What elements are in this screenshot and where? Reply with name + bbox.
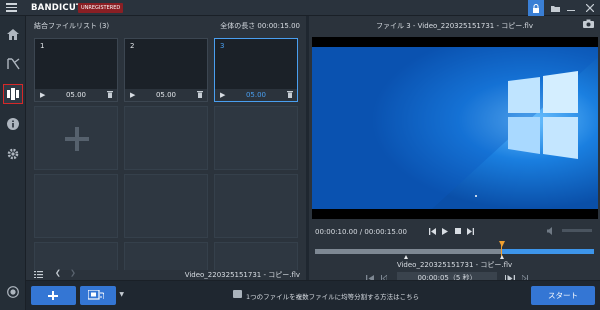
empty-slot xyxy=(214,106,298,170)
close-button[interactable] xyxy=(582,0,598,16)
info-icon xyxy=(7,118,19,130)
trash-icon[interactable] xyxy=(197,91,203,98)
sidebar-item-join[interactable] xyxy=(3,84,23,104)
add-file-slot[interactable] xyxy=(34,106,118,170)
empty-slot xyxy=(34,242,118,270)
chevron-down-icon[interactable]: ▼ xyxy=(119,291,124,298)
clip-2[interactable]: 2 ▶ 05.00 xyxy=(124,38,208,102)
join-icon xyxy=(7,88,19,100)
list-icon[interactable] xyxy=(34,271,43,278)
app-logo: BANDICUT xyxy=(31,3,82,13)
play-icon[interactable] xyxy=(442,228,448,235)
clip-3[interactable]: 3 ▶ 05.00 xyxy=(214,38,298,102)
lock-button[interactable] xyxy=(528,0,544,16)
film-icon xyxy=(88,290,104,300)
clip-number: 3 xyxy=(220,42,225,50)
minimize-icon xyxy=(567,10,575,11)
minimize-button[interactable] xyxy=(563,0,579,16)
windows-wallpaper xyxy=(312,47,598,209)
preview-title: ファイル 3 - Video_220325151731 - コピー.flv xyxy=(376,22,533,30)
clip-number: 1 xyxy=(40,42,45,50)
unregistered-badge: UNREGISTERED xyxy=(78,3,124,13)
stop-icon[interactable] xyxy=(455,228,461,234)
clip-duration: 05.00 xyxy=(65,91,87,99)
skip-next-icon[interactable] xyxy=(467,228,474,235)
clip-duration: 05.00 xyxy=(155,91,177,99)
skip-previous-icon[interactable] xyxy=(429,228,436,235)
trash-icon[interactable] xyxy=(287,91,293,98)
home-icon xyxy=(7,28,19,40)
clip-1[interactable]: 1 ▶ 05.00 xyxy=(34,38,118,102)
cut-icon xyxy=(6,58,20,70)
sidebar-item-cut[interactable] xyxy=(3,54,23,74)
plus-icon xyxy=(65,127,89,151)
sidebar-item-info[interactable] xyxy=(3,114,23,134)
folder-button[interactable] xyxy=(547,0,563,16)
sidebar-item-home[interactable] xyxy=(3,24,23,44)
start-marker[interactable] xyxy=(404,255,408,259)
clip-controls: ▶ 05.00 xyxy=(125,89,207,101)
lock-icon xyxy=(533,3,539,13)
end-marker[interactable] xyxy=(499,255,504,259)
sidebar-item-settings[interactable] xyxy=(3,144,23,164)
empty-slot xyxy=(124,106,208,170)
empty-slot xyxy=(34,174,118,238)
join-list-title: 結合ファイルリスト (3) xyxy=(34,22,110,30)
title-bar: BANDICUT UNREGISTERED xyxy=(0,0,600,16)
clip-controls: ▶ 05.00 xyxy=(215,89,297,101)
add-file-button[interactable] xyxy=(31,286,76,305)
timeline-selection xyxy=(501,249,594,254)
empty-slot xyxy=(124,174,208,238)
total-length: 全体の長さ 00:00:15.00 xyxy=(220,22,300,30)
record-icon xyxy=(7,286,19,298)
bottom-bar: ▼ 1つのファイルを複数ファイルに均等分割する方法はこちら スタート xyxy=(26,280,600,310)
split-tip-link[interactable]: 1つのファイルを複数ファイルに均等分割する方法はこちら xyxy=(246,291,419,301)
chevron-right-icon[interactable]: ❯ xyxy=(70,269,76,277)
folder-icon xyxy=(550,5,560,12)
volume-icon[interactable] xyxy=(547,227,556,235)
empty-slot xyxy=(214,174,298,238)
empty-slot xyxy=(214,242,298,270)
chevron-left-icon[interactable]: ❮ xyxy=(55,269,61,277)
timeline-filename: Video_220325151731 - コピー.flv xyxy=(396,261,513,269)
selected-filename: Video_220325151731 - コピー.flv xyxy=(184,271,300,279)
clip-number: 2 xyxy=(130,42,135,50)
join-list-panel: 結合ファイルリスト (3) 全体の長さ 00:00:15.00 1 ▶ 05.0… xyxy=(26,16,306,280)
gear-icon xyxy=(7,148,19,160)
start-button[interactable]: スタート xyxy=(531,286,595,305)
hamburger-menu-icon[interactable] xyxy=(6,3,17,12)
clip-controls: ▶ 05.00 xyxy=(35,89,117,101)
camera-icon[interactable] xyxy=(583,19,594,28)
volume-slider[interactable] xyxy=(562,229,592,232)
clip-grid: 1 ▶ 05.00 2 ▶ 05.00 3 ▶ 05.00 xyxy=(34,38,300,270)
sidebar xyxy=(0,16,26,310)
trash-icon[interactable] xyxy=(107,91,113,98)
tip-icon xyxy=(233,290,242,298)
video-preview[interactable] xyxy=(312,37,598,219)
time-readout: 00:00:10.00 / 00:00:15.00 xyxy=(315,228,407,236)
sidebar-item-record[interactable] xyxy=(3,282,23,302)
timeline-bar[interactable] xyxy=(315,249,594,254)
empty-slot xyxy=(124,242,208,270)
close-icon xyxy=(586,4,594,12)
clip-duration: 05.00 xyxy=(245,91,267,99)
join-list-header: 結合ファイルリスト (3) 全体の長さ 00:00:15.00 xyxy=(26,16,306,33)
join-mode-button[interactable]: ▼ xyxy=(80,286,124,305)
preview-panel: ファイル 3 - Video_220325151731 - コピー.flv 00… xyxy=(309,16,600,284)
